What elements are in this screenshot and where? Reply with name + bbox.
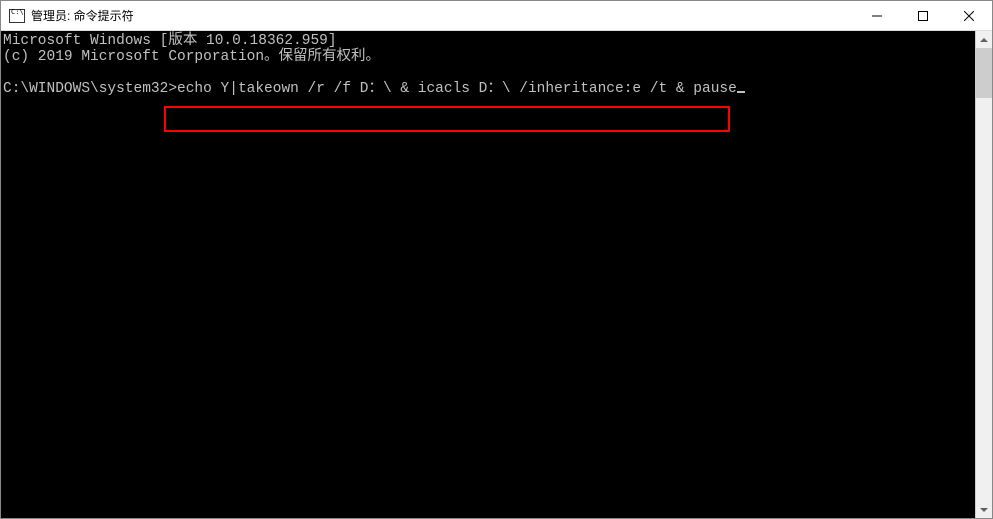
terminal[interactable]: Microsoft Windows [版本 10.0.18362.959] (c… <box>1 31 975 518</box>
scroll-track[interactable] <box>976 48 992 501</box>
maximize-icon <box>918 11 928 21</box>
chevron-up-icon <box>980 38 988 42</box>
minimize-button[interactable] <box>854 1 900 30</box>
terminal-area: Microsoft Windows [版本 10.0.18362.959] (c… <box>1 31 992 518</box>
terminal-command: echo Y|takeown /r /f D：\ & icacls D：\ /i… <box>177 81 737 97</box>
terminal-cursor <box>737 91 745 93</box>
scrollbar-vertical[interactable] <box>975 31 992 518</box>
close-button[interactable] <box>946 1 992 30</box>
terminal-prompt: C:\WINDOWS\system32> <box>3 81 177 97</box>
scroll-down-button[interactable] <box>976 501 992 518</box>
titlebar-left: 管理员: 命令提示符 <box>1 7 134 24</box>
maximize-button[interactable] <box>900 1 946 30</box>
window-controls <box>854 1 992 30</box>
window-title: 管理员: 命令提示符 <box>31 7 134 24</box>
scroll-thumb[interactable] <box>976 48 992 98</box>
minimize-icon <box>872 11 882 21</box>
terminal-line-version: Microsoft Windows [版本 10.0.18362.959] <box>3 33 337 49</box>
chevron-down-icon <box>980 508 988 512</box>
close-icon <box>964 11 974 21</box>
titlebar: 管理员: 命令提示符 <box>1 1 992 31</box>
scroll-up-button[interactable] <box>976 31 992 48</box>
cmd-icon <box>9 9 25 23</box>
cmd-window: 管理员: 命令提示符 Microsoft Windows [版本 10.0.18… <box>0 0 993 519</box>
terminal-line-copyright: (c) 2019 Microsoft Corporation。保留所有权利。 <box>3 49 380 65</box>
